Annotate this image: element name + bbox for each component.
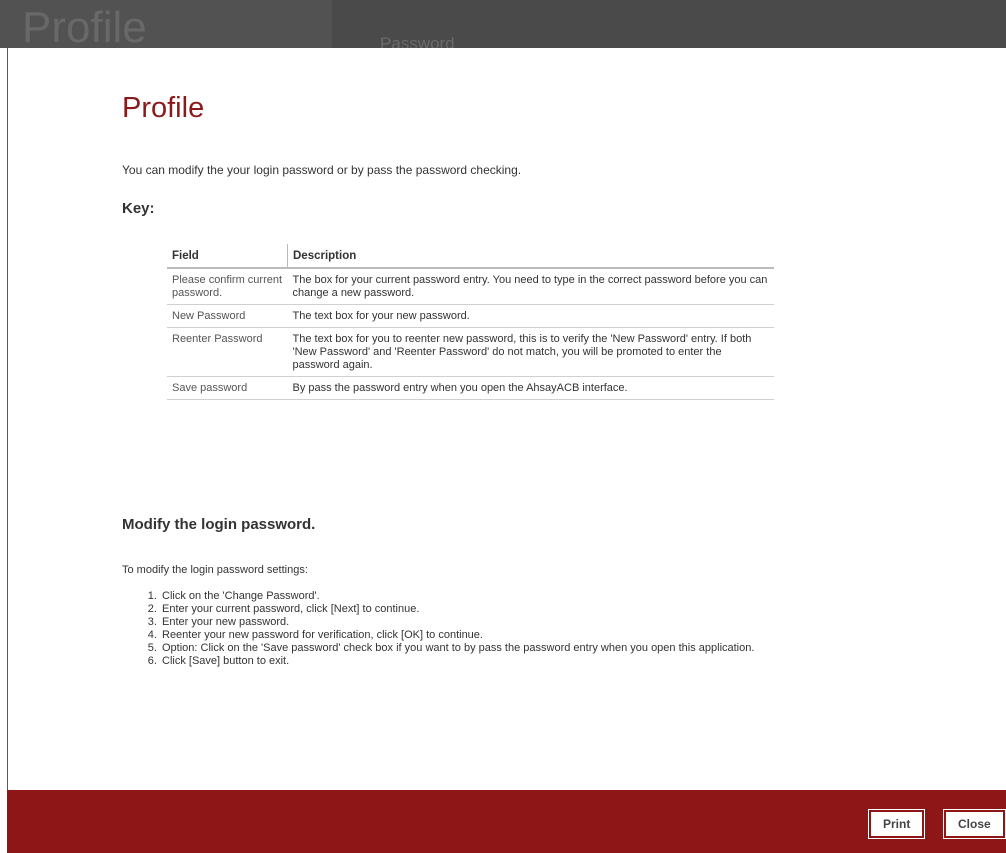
page-title: Profile (122, 92, 205, 124)
list-item: Click [Save] button to exit. (160, 655, 890, 668)
table-row: Please confirm current password. The box… (167, 268, 774, 305)
key-heading: Key: (122, 200, 155, 217)
column-header-description: Description (287, 244, 774, 269)
description-cell: By pass the password entry when you open… (287, 376, 774, 400)
intro-text: You can modify the your login password o… (122, 163, 522, 177)
key-table: Field Description Please confirm current… (167, 244, 774, 400)
list-item: Enter your new password. (160, 616, 890, 629)
field-cell: New Password (167, 304, 288, 328)
description-cell: The text box for you to reenter new pass… (287, 327, 774, 377)
column-header-field: Field (167, 244, 288, 269)
dialog-footer: Print Close (7, 790, 1006, 853)
table-header-row: Field Description (167, 244, 774, 269)
field-cell: Save password (167, 376, 288, 400)
field-cell: Please confirm current password. (167, 268, 288, 305)
table-row: Save password By pass the password entry… (167, 376, 774, 400)
close-button[interactable]: Close (943, 809, 1006, 839)
table-row: Reenter Password The text box for you to… (167, 327, 774, 377)
modify-intro: To modify the login password settings: (122, 564, 308, 576)
table-row: New Password The text box for your new p… (167, 304, 774, 328)
description-cell: The box for your current password entry.… (287, 268, 774, 305)
background-title: Profile (22, 3, 147, 49)
steps-list: Click on the 'Change Password'. Enter yo… (122, 590, 890, 668)
background-tab-password: Password (380, 34, 455, 48)
print-button[interactable]: Print (867, 809, 926, 839)
field-cell: Reenter Password (167, 327, 288, 377)
description-cell: The text box for your new password. (287, 304, 774, 328)
list-item: Reenter your new password for verificati… (160, 629, 890, 642)
modify-heading: Modify the login password. (122, 516, 316, 533)
background-window-header: Profile Password (0, 0, 1006, 48)
list-item: Click on the 'Change Password'. (160, 590, 890, 603)
list-item: Enter your current password, click [Next… (160, 603, 890, 616)
list-item: Option: Click on the 'Save password' che… (160, 642, 890, 655)
